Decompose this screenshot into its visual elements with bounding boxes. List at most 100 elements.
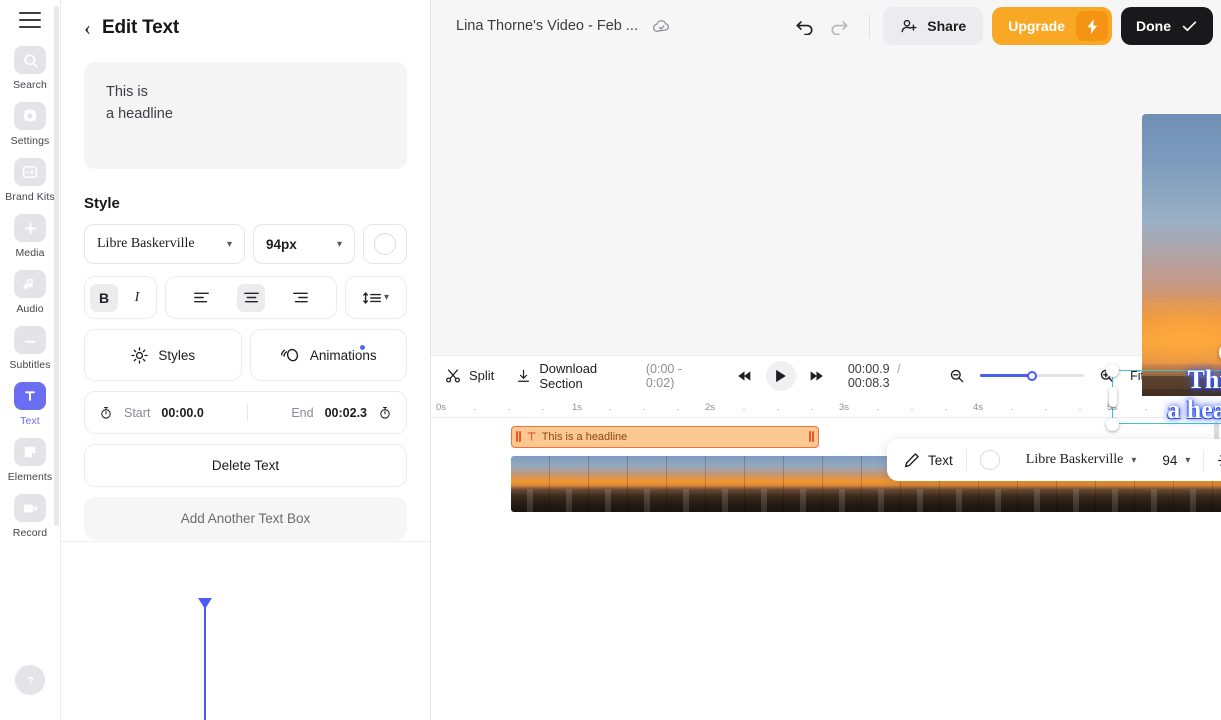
align-right-icon xyxy=(293,292,308,303)
float-styles-button[interactable]: Styles xyxy=(1204,443,1221,477)
sidebar-item-elements[interactable]: Elements xyxy=(0,438,60,483)
bold-button[interactable]: B xyxy=(90,283,118,312)
resize-handle-left[interactable] xyxy=(1109,387,1117,407)
text-clip[interactable]: This is a headline xyxy=(511,425,819,448)
float-font-size-select[interactable]: 94 ▾ xyxy=(1149,443,1203,477)
resize-handle-bottom-left[interactable] xyxy=(1106,418,1119,431)
ruler-minor-tick xyxy=(911,408,913,411)
total-time: 00:08.3 xyxy=(847,375,890,390)
ruler-minor-tick xyxy=(677,408,679,411)
video-frame xyxy=(589,455,628,512)
timeline-ruler[interactable]: 0s 1s 2s 3s 4s 5s 6s xyxy=(431,395,1221,418)
sidebar-label: Record xyxy=(12,527,48,539)
undo-arrow-icon xyxy=(796,21,813,35)
download-section-button[interactable]: Download Section (0:00 - 0:02) xyxy=(516,361,710,391)
chevron-down-icon: ▾ xyxy=(1131,454,1137,466)
sidebar-item-subtitles[interactable]: Subtitles xyxy=(0,326,60,371)
start-time-group: Start 00:00.0 xyxy=(99,406,204,420)
download-range: (0:00 - 0:02) xyxy=(645,361,682,390)
text-t-icon xyxy=(14,382,46,410)
italic-label: I xyxy=(134,289,140,305)
undo-button[interactable] xyxy=(788,9,822,43)
chevron-left-icon[interactable]: ‹ xyxy=(84,17,91,39)
sidebar-item-record[interactable]: Record xyxy=(0,494,60,539)
font-family-select[interactable]: Libre Baskerville ▾ xyxy=(84,224,245,264)
rewind-button[interactable] xyxy=(732,363,758,389)
ruler-minor-tick xyxy=(474,408,476,411)
float-color-picker[interactable] xyxy=(967,443,1013,477)
done-button[interactable]: Done xyxy=(1121,7,1213,45)
sidebar-item-text[interactable]: Text xyxy=(0,382,60,427)
sidebar-item-settings[interactable]: Settings xyxy=(0,102,60,147)
float-text-button[interactable]: Text xyxy=(891,443,966,477)
ruler-tick: 2s xyxy=(704,401,716,413)
animation-icon xyxy=(280,348,298,361)
italic-button[interactable]: I xyxy=(123,284,151,312)
chevron-down-icon: ▾ xyxy=(383,292,390,303)
panel-divider xyxy=(61,541,430,542)
ruler-minor-tick xyxy=(643,408,645,411)
align-right-button[interactable] xyxy=(287,284,315,312)
text-input[interactable]: This is a headline xyxy=(84,62,407,169)
timeline-controls: Split Download Section (0:00 - 0:02) 00:… xyxy=(431,354,1221,396)
sidebar-item-brand-kits[interactable]: Brand Kits xyxy=(0,158,60,203)
text-color-picker[interactable] xyxy=(363,224,407,264)
fast-forward-button[interactable] xyxy=(804,363,830,389)
help-question-icon: ? xyxy=(15,665,45,695)
end-value[interactable]: 00:02.3 xyxy=(325,406,367,420)
add-text-box-button[interactable]: Add Another Text Box xyxy=(84,497,407,540)
media-plus-icon xyxy=(14,214,46,242)
rail-scrollbar[interactable] xyxy=(54,6,59,526)
align-center-button[interactable] xyxy=(237,283,265,312)
line-height-select[interactable]: ▾ xyxy=(345,276,407,319)
styles-animations-row: Styles Animations xyxy=(84,329,407,381)
resize-handle-top-left[interactable] xyxy=(1106,364,1119,377)
upgrade-label: Upgrade xyxy=(1008,18,1065,34)
ruler-tick: 1s xyxy=(571,401,583,413)
upgrade-button[interactable]: Upgrade xyxy=(992,7,1112,45)
zoom-out-button[interactable] xyxy=(944,363,970,389)
styles-button[interactable]: Styles xyxy=(84,329,242,381)
sidebar-item-media[interactable]: Media xyxy=(0,214,60,259)
font-size-value: 94px xyxy=(266,236,297,252)
hamburger-icon[interactable] xyxy=(19,12,41,28)
play-icon xyxy=(776,369,787,382)
redo-button[interactable] xyxy=(822,9,856,43)
delete-text-button[interactable]: Delete Text xyxy=(84,444,407,487)
redo-arrow-icon xyxy=(831,21,849,35)
animations-label: Animations xyxy=(309,347,377,363)
sidebar-label: Settings xyxy=(10,135,50,147)
ruler-minor-tick xyxy=(1045,408,1047,411)
floating-text-toolbar: Text Libre Baskerville ▾ 94 ▾ xyxy=(887,439,1221,481)
stopwatch-icon xyxy=(101,406,111,419)
zoom-slider[interactable] xyxy=(980,370,1085,381)
float-font-family-select[interactable]: Libre Baskerville ▾ xyxy=(1013,443,1150,477)
style-section-label: Style xyxy=(84,195,120,212)
animations-button[interactable]: Animations xyxy=(249,329,407,381)
clip-trim-handle-right[interactable] xyxy=(809,431,814,442)
subtitles-icon xyxy=(14,326,46,354)
split-button[interactable]: Split xyxy=(445,368,494,384)
playhead[interactable] xyxy=(198,598,212,720)
play-button[interactable] xyxy=(765,360,796,391)
font-size-select[interactable]: 94px ▾ xyxy=(253,224,355,264)
sidebar-item-search[interactable]: Search xyxy=(0,46,60,91)
zoom-slider-fill xyxy=(980,374,1033,377)
video-frame xyxy=(745,455,784,512)
check-icon xyxy=(1182,21,1197,32)
start-value[interactable]: 00:00.0 xyxy=(161,406,203,420)
text-line-1: This is xyxy=(106,84,148,100)
bold-label: B xyxy=(98,289,110,306)
share-button[interactable]: Share xyxy=(883,7,984,45)
ruler-minor-tick xyxy=(945,408,947,411)
zoom-slider-knob[interactable] xyxy=(1027,370,1038,381)
stopwatch-icon xyxy=(380,406,390,419)
sidebar-item-audio[interactable]: Audio xyxy=(0,270,60,315)
help-button[interactable]: ? xyxy=(0,665,60,695)
align-left-button[interactable] xyxy=(188,284,216,312)
settings-icon xyxy=(14,102,46,130)
clip-trim-handle-left[interactable] xyxy=(516,431,521,442)
document-title[interactable]: Lina Thorne's Video - Feb ... xyxy=(456,18,638,34)
sidebar-label: Text xyxy=(20,415,40,427)
timing-row: Start 00:00.0 End 00:02.3 xyxy=(84,391,407,434)
